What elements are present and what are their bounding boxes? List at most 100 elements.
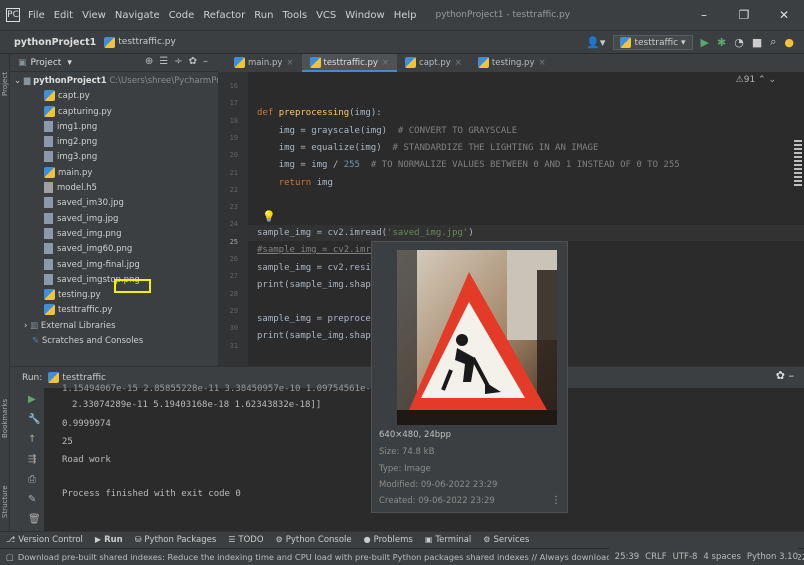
stop-icon[interactable]: ■ [752, 36, 762, 49]
close-tab-icon[interactable]: × [382, 58, 389, 68]
bottom-tool-tabs: ⎇ Version Control ▶ Run ⛁ Python Packages ☰ TOD… [0, 531, 804, 548]
close-icon[interactable]: ✕ [764, 8, 804, 22]
trash-icon[interactable]: 🗑 [28, 514, 41, 525]
image-file-icon [44, 120, 53, 132]
folder-icon: ▆ [23, 76, 31, 86]
editor-tab[interactable]: testtraffic.py × [301, 54, 398, 72]
tree-scratches[interactable]: ✎ Scratches and Consoles [10, 334, 218, 349]
print-icon[interactable]: ⎙ [28, 474, 36, 485]
run-config-tab[interactable]: testtraffic [62, 373, 106, 383]
locate-icon[interactable]: ⊕ [145, 56, 159, 67]
image-dimensions: 640×480, 24bpp [379, 430, 451, 440]
tree-file[interactable]: img2.png [10, 135, 218, 150]
line-number: 28 [229, 289, 238, 298]
close-tab-icon[interactable]: × [286, 58, 293, 68]
bottom-tab[interactable]: ⛁ Python Packages [135, 535, 217, 545]
menu-edit[interactable]: Edit [54, 10, 73, 21]
minimize-icon[interactable]: – [684, 8, 724, 22]
bookmarks-tool-label[interactable]: Bookmarks [1, 398, 9, 438]
file-encoding[interactable]: UTF-8 [673, 552, 698, 562]
line-separator[interactable]: CRLF [645, 552, 666, 562]
project-view-selector[interactable]: Project [31, 58, 62, 68]
menu-file[interactable]: File [28, 10, 45, 21]
coverage-icon[interactable]: ◔ [734, 36, 744, 49]
menu-window[interactable]: Window [345, 10, 384, 21]
editor-tab[interactable]: testing.py × [470, 54, 554, 72]
tree-file[interactable]: capturing.py [10, 105, 218, 120]
warning-indicator[interactable]: ⚠91 ⌃ ⌄ [736, 75, 776, 85]
tree-file[interactable]: img1.png [10, 120, 218, 135]
structure-tool-label[interactable]: Structure [1, 478, 9, 518]
bottom-tab[interactable]: ● Problems [364, 535, 413, 545]
close-tab-icon[interactable]: × [539, 58, 546, 68]
wrench-icon[interactable]: 🔧 [28, 414, 40, 425]
file-icon [44, 182, 53, 194]
user-icon[interactable]: 👤▾ [586, 36, 605, 49]
bottom-tab[interactable]: ☰ TODO [228, 535, 263, 545]
tree-file[interactable]: model.h5 [10, 181, 218, 196]
python-interpreter[interactable]: Python 3.10 [747, 552, 798, 562]
bottom-tab[interactable]: ▣ Terminal [425, 535, 471, 545]
event-log-icon[interactable]: ▢ [6, 552, 14, 562]
menu-run[interactable]: Run [254, 10, 273, 21]
gear-icon[interactable]: ✿ [776, 369, 785, 382]
breadcrumb-file[interactable]: testtraffic.py [118, 37, 176, 47]
python-file-icon [44, 304, 55, 316]
chevron-down-icon[interactable]: ▾ [67, 58, 72, 68]
editor-tab[interactable]: main.py × [226, 54, 302, 72]
intention-bulb-icon[interactable]: 💡 [262, 210, 276, 223]
python-file-icon [309, 57, 321, 68]
bottom-tab[interactable]: ⚙ Services [483, 535, 529, 545]
indent-setting[interactable]: 4 spaces [703, 552, 740, 562]
debug-icon[interactable]: ✱ [717, 36, 726, 49]
menu-navigate[interactable]: Navigate [115, 10, 160, 21]
hide-icon[interactable]: – [789, 369, 795, 382]
code-line-31: print(sample_img.shape) [257, 331, 382, 341]
project-tool-label[interactable]: Project [1, 56, 9, 96]
arrow-up-icon[interactable]: ↑ [28, 434, 36, 445]
soft-wrap-icon[interactable]: ⇶ [28, 454, 36, 465]
bottom-tab[interactable]: ▶ Run [95, 535, 123, 545]
menu-vcs[interactable]: VCS [316, 10, 336, 21]
updates-icon[interactable]: ● [784, 36, 794, 49]
code-line-19: img = grayscale(img) # CONVERT TO GRAYSC… [278, 126, 518, 136]
gear-icon[interactable]: ✿ [189, 56, 203, 67]
close-tab-icon[interactable]: × [455, 58, 462, 68]
bottom-tab[interactable]: ⎇ Version Control [6, 535, 83, 545]
tree-file[interactable]: saved_im30.jpg [10, 196, 218, 211]
menu-tools[interactable]: Tools [282, 10, 307, 21]
console-line-3: 25 [62, 437, 73, 447]
caret-position[interactable]: 25:39 [615, 552, 640, 562]
collapse-icon[interactable]: ☰ [159, 56, 174, 67]
tree-file[interactable]: testtraffic.py [10, 303, 218, 318]
scrollbar-markers[interactable] [794, 140, 802, 260]
tree-file[interactable]: saved_img.jpg [10, 212, 218, 227]
editor-tab[interactable]: capt.py × [397, 54, 470, 72]
bottom-tab[interactable]: ⚙ Python Console [276, 535, 352, 545]
menu-view[interactable]: View [82, 10, 106, 21]
run-icon[interactable]: ▶ [701, 36, 709, 49]
expand-icon[interactable]: ÷ [174, 56, 188, 67]
breadcrumb-project[interactable]: pythonProject1 [14, 37, 96, 48]
tree-file[interactable]: main.py [10, 166, 218, 181]
tree-file[interactable]: saved_img-final.jpg [10, 258, 218, 273]
run-config-dropdown[interactable]: testtraffic ▾ [613, 34, 693, 50]
tree-root[interactable]: ⌄ ▆ pythonProject1 C:\Users\shree\Pychar… [10, 74, 218, 89]
menu-code[interactable]: Code [169, 10, 195, 21]
hide-icon[interactable]: – [203, 56, 214, 67]
tree-file[interactable]: saved_img60.png [10, 242, 218, 257]
maximize-icon[interactable]: ❐ [724, 8, 764, 22]
menu-refactor[interactable]: Refactor [203, 10, 245, 21]
tree-file[interactable]: img3.png [10, 150, 218, 165]
tree-external-libraries[interactable]: › ▥ External Libraries [10, 319, 218, 334]
services-icon: ⚙ [483, 535, 491, 544]
tree-file[interactable]: saved_img.png [10, 227, 218, 242]
line-number: 25 [229, 237, 238, 246]
more-options-icon[interactable]: ⋮ [551, 495, 561, 506]
menu-help[interactable]: Help [394, 10, 417, 21]
tree-file[interactable]: capt.py [10, 89, 218, 104]
pin-icon[interactable]: ✎ [28, 494, 36, 505]
library-icon: ▥ [30, 320, 39, 331]
search-icon[interactable]: ⌕ [770, 35, 776, 49]
rerun-icon[interactable]: ▶ [28, 394, 36, 405]
